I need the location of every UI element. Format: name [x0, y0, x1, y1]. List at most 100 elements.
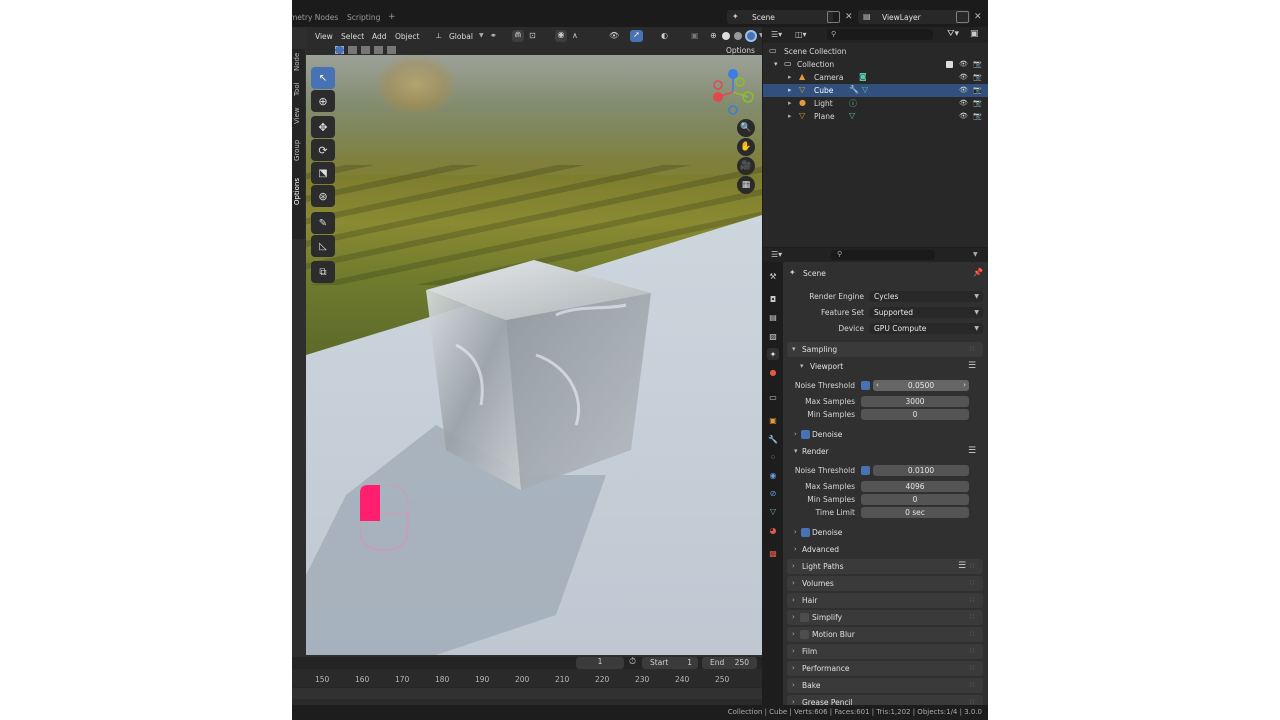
editor-type-icon[interactable]: ☰▾: [771, 30, 782, 39]
add-cube-tool[interactable]: ⧉: [311, 261, 335, 283]
drag-handle-icon[interactable]: ∷: [970, 562, 974, 570]
drag-handle-icon[interactable]: ∷: [970, 647, 974, 655]
timeline-track[interactable]: [292, 687, 762, 699]
motion-blur-checkbox[interactable]: [800, 630, 809, 639]
render-denoise-checkbox[interactable]: [801, 528, 810, 537]
outliner-cube[interactable]: ▸ ▽ Cube 🔧 ▽ 👁 📷: [763, 84, 988, 97]
side-tab-view[interactable]: View: [293, 105, 304, 127]
render-subpanel-title[interactable]: Render: [802, 447, 829, 456]
advanced-subpanel-title[interactable]: Advanced: [802, 545, 839, 554]
end-frame-field[interactable]: End 250: [702, 657, 757, 669]
cursor-tool[interactable]: ⊕: [311, 90, 335, 112]
outliner-light[interactable]: ▸ ● Light ⓘ 👁 📷: [763, 97, 988, 110]
render-camera-icon[interactable]: 📷: [973, 99, 982, 107]
collapse-chevron-icon[interactable]: ›: [794, 528, 797, 536]
modifier-tab-icon[interactable]: 🔧: [767, 433, 779, 445]
feature-set-dropdown[interactable]: Supported ▼: [869, 307, 983, 318]
new-collection-icon[interactable]: ▣: [970, 29, 979, 39]
menu-object[interactable]: Object: [395, 32, 419, 41]
drag-handle-icon[interactable]: ∷: [970, 613, 974, 621]
drag-handle-icon[interactable]: ∷: [970, 630, 974, 638]
film-panel-header[interactable]: › Film ∷: [787, 644, 983, 659]
transform-tool[interactable]: ⊛: [311, 185, 335, 207]
viewport-min-samples-field[interactable]: 0: [861, 409, 969, 420]
new-view-layer-icon[interactable]: [956, 11, 969, 23]
sampling-panel-header[interactable]: ▾ Sampling ∷: [787, 342, 983, 357]
shading-options-icon[interactable]: ▼: [759, 32, 762, 39]
light-paths-panel-header[interactable]: › Light Paths ☰ ∷: [787, 559, 983, 574]
render-max-samples-field[interactable]: 4096: [861, 481, 969, 492]
tab-geometry-nodes[interactable]: metry Nodes: [292, 13, 338, 22]
viewport-subpanel-title[interactable]: Viewport: [810, 362, 843, 371]
viewport-denoise-checkbox[interactable]: [801, 430, 810, 439]
select-intersect-icon[interactable]: [387, 46, 396, 54]
collapse-chevron-icon[interactable]: ›: [794, 430, 797, 438]
close-scene-icon[interactable]: ✕: [845, 12, 853, 22]
add-workspace-icon[interactable]: +: [388, 12, 396, 22]
annotate-tool[interactable]: ✎: [311, 212, 335, 234]
render-noise-threshold-checkbox[interactable]: [861, 466, 870, 475]
increment-arrow-icon[interactable]: ›: [963, 381, 966, 389]
eye-icon[interactable]: 👁: [959, 73, 968, 81]
outliner-scene-collection[interactable]: ▭ Scene Collection: [763, 45, 988, 58]
output-tab-icon[interactable]: ▤: [767, 311, 779, 323]
menu-select[interactable]: Select: [341, 32, 364, 41]
eye-icon[interactable]: 👁: [959, 86, 968, 94]
snap-target-icon[interactable]: ⊡: [529, 31, 536, 40]
data-tab-icon[interactable]: ▽: [767, 505, 779, 517]
falloff-icon[interactable]: ∧: [572, 31, 578, 40]
proportional-edit-icon[interactable]: ◉: [555, 30, 567, 42]
transform-orientation[interactable]: Global: [449, 32, 473, 41]
drag-handle-icon[interactable]: ∷: [970, 596, 974, 604]
scene-tab-icon[interactable]: ✦: [767, 348, 779, 360]
physics-tab-icon[interactable]: ◉: [767, 469, 779, 481]
drag-handle-icon[interactable]: ∷: [970, 681, 974, 689]
snap-icon[interactable]: ⋒: [512, 30, 524, 42]
side-tab-options[interactable]: Options: [293, 171, 304, 211]
collapse-chevron-icon[interactable]: ▸: [788, 86, 792, 94]
drag-handle-icon[interactable]: ∷: [970, 345, 974, 353]
material-tab-icon[interactable]: ◕: [767, 524, 779, 536]
shading-solid-icon[interactable]: [722, 32, 730, 40]
collapse-chevron-icon[interactable]: ▸: [788, 73, 792, 81]
display-mode-icon[interactable]: ◫▾: [795, 30, 807, 39]
drag-handle-icon[interactable]: ∷: [970, 664, 974, 672]
collapse-chevron-icon[interactable]: ›: [794, 545, 797, 553]
presets-list-icon[interactable]: ☰: [968, 446, 976, 456]
expand-chevron-icon[interactable]: ▾: [774, 60, 778, 68]
hair-panel-header[interactable]: › Hair ∷: [787, 593, 983, 608]
visibility-icon[interactable]: 👁: [609, 31, 619, 40]
outliner-collection[interactable]: ▾ ▭ Collection 👁 📷: [763, 58, 988, 71]
presets-list-icon[interactable]: ☰: [958, 561, 966, 571]
eye-icon[interactable]: 👁: [959, 60, 968, 68]
filter-icon[interactable]: ⛛▾: [947, 29, 959, 39]
stopwatch-icon[interactable]: ⏱: [629, 657, 636, 667]
side-tab-node[interactable]: Node: [293, 51, 304, 73]
xray-toggle-icon[interactable]: ▣: [691, 31, 699, 40]
collection-tab-icon[interactable]: ▭: [767, 391, 779, 403]
eye-icon[interactable]: 👁: [959, 112, 968, 120]
bake-panel-header[interactable]: › Bake ∷: [787, 678, 983, 693]
motion-blur-panel-header[interactable]: › Motion Blur ∷: [787, 627, 983, 642]
close-view-layer-icon[interactable]: ✕: [974, 12, 982, 22]
start-frame-field[interactable]: Start 1: [642, 657, 698, 669]
simplify-panel-header[interactable]: › Simplify ∷: [787, 610, 983, 625]
select-box-tool[interactable]: ↖: [311, 67, 335, 89]
pivot-icon[interactable]: ⚭: [490, 31, 497, 40]
perspective-grid-icon[interactable]: ▦: [737, 176, 755, 194]
collapse-chevron-icon[interactable]: ▸: [788, 99, 792, 107]
drag-handle-icon[interactable]: ∷: [970, 579, 974, 587]
viewport-max-samples-field[interactable]: 3000: [861, 396, 969, 407]
tab-scripting[interactable]: Scripting: [347, 13, 380, 22]
render-camera-icon[interactable]: 📷: [973, 73, 982, 81]
search-field[interactable]: [827, 29, 933, 40]
constraints-tab-icon[interactable]: ⊘: [767, 487, 779, 499]
measure-tool[interactable]: ◺: [311, 235, 335, 257]
eye-icon[interactable]: 👁: [959, 99, 968, 107]
side-tab-tool[interactable]: Tool: [293, 79, 304, 99]
object-tab-icon[interactable]: ▣: [767, 414, 779, 426]
menu-add[interactable]: Add: [372, 32, 387, 41]
3d-viewport[interactable]: View Select Add Object ⟂ Global ▼ ⚭ ⋒ ⊡ …: [292, 27, 762, 657]
render-tab-icon[interactable]: ◘: [767, 293, 779, 305]
render-engine-dropdown[interactable]: Cycles ▼: [869, 291, 983, 302]
